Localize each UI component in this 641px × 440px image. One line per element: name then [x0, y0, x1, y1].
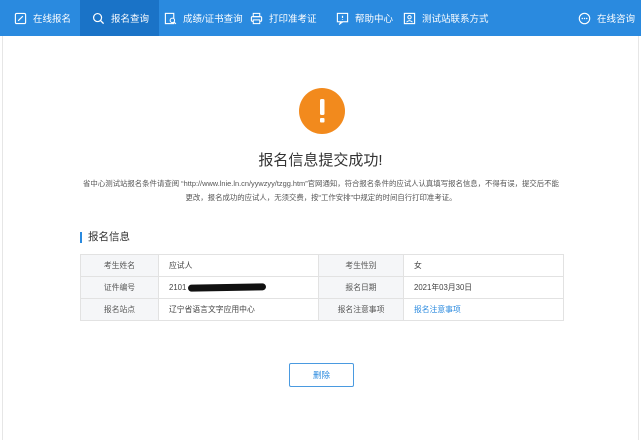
page-frame-right	[638, 36, 639, 440]
table-row: 报名站点 辽宁省语言文字应用中心 报名注意事项 报名注意事项	[80, 298, 564, 321]
id-number-label: 证件编号	[80, 276, 159, 299]
registration-site-label: 报名站点	[80, 298, 159, 321]
table-row: 证件编号 2101 报名日期 2021年03月30日	[80, 276, 564, 299]
name-value: 应试人	[158, 254, 319, 277]
page-frame-left	[2, 36, 3, 440]
warning-icon	[299, 88, 345, 134]
nav-item-score-certificate-query[interactable]: 成绩/证书查询	[164, 0, 243, 36]
nav-item-print-admission-ticket[interactable]: 打印准考证	[250, 0, 317, 36]
edit-icon	[14, 12, 27, 25]
nav-item-label: 帮助中心	[355, 14, 394, 25]
registration-date-label: 报名日期	[318, 276, 404, 299]
printer-icon	[250, 12, 263, 25]
registration-info-table: 考生姓名 应试人 考生性别 女 证件编号 2101 报名日期 2021年03月3…	[80, 254, 564, 321]
section-title-bar	[80, 232, 82, 243]
nav-item-label: 报名查询	[111, 14, 150, 25]
nav-item-test-station-contacts[interactable]: 测试站联系方式	[403, 0, 489, 36]
nav-item-label: 测试站联系方式	[422, 14, 489, 25]
help-icon	[336, 12, 349, 25]
nav-item-label: 成绩/证书查询	[183, 14, 243, 25]
section-title: 报名信息	[88, 231, 130, 243]
gender-label: 考生性别	[318, 254, 404, 277]
delete-button[interactable]: 删除	[289, 363, 354, 387]
nav-item-label: 在线报名	[33, 14, 72, 25]
success-title: 报名信息提交成功!	[258, 152, 383, 169]
name-label: 考生姓名	[80, 254, 159, 277]
nav-item-registration-query[interactable]: 报名查询	[80, 0, 159, 36]
nav-item-online-registration[interactable]: 在线报名	[14, 0, 71, 36]
id-number-value: 2101	[169, 283, 187, 292]
registration-date-value: 2021年03月30日	[403, 276, 564, 299]
registration-notice: 省中心测试站报名条件请查阅 “http://www.lnie.ln.cn/yyw…	[83, 179, 559, 202]
table-row: 考生姓名 应试人 考生性别 女	[80, 254, 564, 277]
nav-item-online-consult[interactable]: 在线咨询	[578, 0, 635, 36]
registration-site-value: 辽宁省语言文字应用中心	[158, 298, 319, 321]
nav-item-label: 在线咨询	[597, 14, 636, 25]
top-nav: 在线报名 报名查询 成绩/证书查询 打印准考证 帮助中心 测试站联系方式 在线咨…	[0, 0, 641, 36]
search-icon	[92, 12, 105, 25]
contact-icon	[403, 12, 416, 25]
registration-notes-link[interactable]: 报名注意事项	[403, 298, 564, 321]
certificate-search-icon	[164, 12, 177, 25]
registration-notes-label: 报名注意事项	[318, 298, 404, 321]
id-number-cell: 2101	[158, 276, 319, 299]
chat-icon	[578, 12, 591, 25]
nav-item-help-center[interactable]: 帮助中心	[336, 0, 393, 36]
gender-value: 女	[403, 254, 564, 277]
nav-item-label: 打印准考证	[269, 14, 317, 25]
redaction-mark	[188, 283, 267, 293]
